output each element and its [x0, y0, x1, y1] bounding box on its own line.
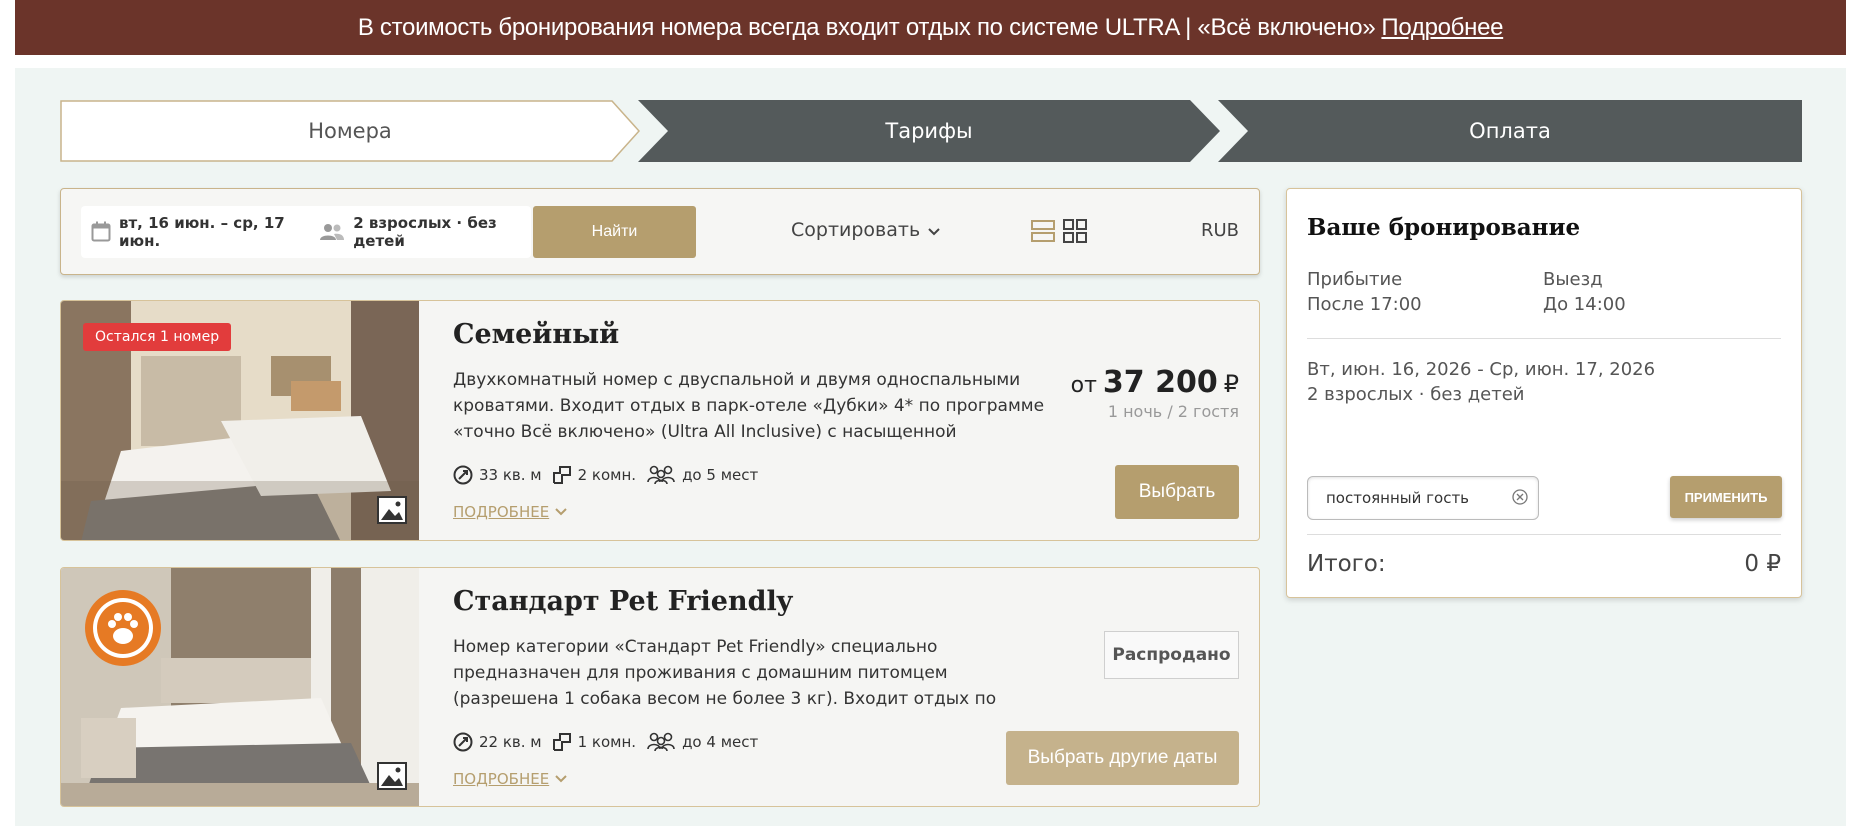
- price-currency: ₽: [1223, 370, 1239, 398]
- chevron-down-icon: [928, 219, 940, 241]
- promo-code-input[interactable]: [1307, 476, 1539, 520]
- sort-dropdown[interactable]: Сортировать: [791, 219, 940, 241]
- calendar-icon: [91, 221, 111, 243]
- room-availability-badge: Остался 1 номер: [83, 323, 232, 351]
- room-capacity: до 5 мест: [646, 465, 758, 485]
- room-more-label: ПОДРОБНЕЕ: [453, 503, 550, 521]
- search-button[interactable]: Найти: [533, 206, 696, 258]
- room-rooms-count-value: 1 комн.: [577, 733, 637, 751]
- room-rooms-count-value: 2 комн.: [577, 466, 637, 484]
- room-features: 22 кв. м 1 комн. до 4 мест: [453, 732, 768, 752]
- room-photo[interactable]: Остался 1 номер: [61, 301, 419, 540]
- guests-icon: [319, 223, 345, 241]
- room-rooms-count: 1 комн.: [552, 732, 636, 752]
- soldout-status: Распродано: [1104, 631, 1239, 679]
- booking-guests-value: 2 взрослых · без детей: [1307, 384, 1525, 405]
- room-title[interactable]: Стандарт Pet Friendly: [453, 586, 792, 617]
- room-card: Остался 1 номер Семейный Двухкомнатный н…: [60, 300, 1260, 541]
- step-rooms-label: Номера: [308, 119, 392, 143]
- total-value: 0 ₽: [1744, 551, 1781, 577]
- chevron-down-icon: [555, 508, 567, 516]
- room-card: Стандарт Pet Friendly Номер категории «С…: [60, 567, 1260, 807]
- apply-promo-button[interactable]: ПРИМЕНИТЬ: [1670, 476, 1782, 518]
- area-icon: [453, 465, 473, 485]
- room-capacity-value: до 5 мест: [682, 466, 759, 484]
- price-note: 1 ночь / 2 гостя: [1107, 402, 1239, 421]
- room-title[interactable]: Семейный: [453, 319, 619, 350]
- sort-label: Сортировать: [791, 219, 921, 241]
- room-area-value: 22 кв. м: [479, 733, 542, 751]
- room-area: 33 кв. м: [453, 465, 542, 485]
- booking-dates: Вт, июн. 16, 2026 - Ср, июн. 17, 2026 2 …: [1307, 357, 1655, 407]
- departure-value: До 14:00: [1543, 294, 1626, 315]
- chevron-down-icon: [555, 775, 567, 783]
- room-photo[interactable]: [61, 568, 419, 806]
- room-area: 22 кв. м: [453, 732, 542, 752]
- search-panel: вт, 16 июн. – ср, 17 июн. 2 взрослых · б…: [60, 188, 1260, 275]
- gallery-icon[interactable]: [377, 496, 407, 528]
- room-features: 33 кв. м 2 комн. до 5 мест: [453, 465, 768, 485]
- room-area-value: 33 кв. м: [479, 466, 542, 484]
- room-price: от 37 200 ₽ 1 ночь / 2 гостя: [1071, 365, 1239, 421]
- gallery-icon[interactable]: [377, 762, 407, 794]
- price-amount: 37 200: [1102, 365, 1218, 400]
- promo-banner: В стоимость бронирования номера всегда в…: [15, 0, 1846, 55]
- list-view-icon[interactable]: [1031, 219, 1055, 247]
- departure-label: Выезд: [1543, 269, 1603, 290]
- room-more-link[interactable]: ПОДРОБНЕЕ: [453, 503, 567, 521]
- arrival-label: Прибытие: [1307, 269, 1403, 290]
- divider: [1307, 534, 1781, 535]
- room-description: Двухкомнатный номер с двуспальной и двум…: [453, 370, 1045, 442]
- booking-summary: Ваше бронирование Прибытие После 17:00 В…: [1286, 188, 1802, 598]
- room-capacity: до 4 мест: [646, 732, 758, 752]
- currency-selector[interactable]: RUB: [1201, 220, 1239, 241]
- booking-title: Ваше бронирование: [1307, 214, 1581, 241]
- arrival-info: Прибытие После 17:00: [1307, 267, 1422, 317]
- grid-view-icon[interactable]: [1063, 219, 1087, 247]
- room-more-label: ПОДРОБНЕЕ: [453, 770, 550, 788]
- capacity-icon: [647, 465, 675, 485]
- capacity-icon: [647, 732, 675, 752]
- rooms-icon: [552, 466, 571, 484]
- booking-dates-value: Вт, июн. 16, 2026 - Ср, июн. 17, 2026: [1307, 359, 1656, 380]
- price-prefix: от: [1070, 373, 1097, 398]
- step-payment-label: Оплата: [1469, 119, 1551, 143]
- step-payment[interactable]: Оплата: [1218, 100, 1802, 162]
- choose-other-dates-button[interactable]: Выбрать другие даты: [1006, 731, 1239, 785]
- step-tariffs-label: Тарифы: [885, 119, 973, 143]
- search-dates: вт, 16 июн. – ср, 17 июн.: [119, 214, 285, 250]
- rooms-icon: [552, 733, 571, 751]
- search-field[interactable]: вт, 16 июн. – ср, 17 июн. 2 взрослых · б…: [81, 206, 531, 258]
- choose-room-button[interactable]: Выбрать: [1115, 465, 1239, 519]
- promo-banner-link[interactable]: Подробнее: [1381, 14, 1503, 42]
- room-capacity-value: до 4 мест: [682, 733, 759, 751]
- room-rooms-count: 2 комн.: [552, 465, 636, 485]
- clear-icon[interactable]: [1512, 489, 1528, 509]
- step-rooms[interactable]: Номера: [60, 100, 640, 162]
- departure-info: Выезд До 14:00: [1543, 267, 1626, 317]
- search-guests: 2 взрослых · без детей: [353, 214, 497, 250]
- divider: [1307, 338, 1781, 339]
- room-description: Номер категории «Стандарт Pet Friendly» …: [453, 637, 997, 709]
- pet-friendly-paw-icon: [83, 588, 163, 672]
- step-tariffs[interactable]: Тарифы: [638, 100, 1220, 162]
- promo-banner-text: В стоимость бронирования номера всегда в…: [357, 13, 1376, 41]
- arrival-value: После 17:00: [1307, 294, 1422, 315]
- total-label: Итого:: [1307, 551, 1386, 577]
- room-more-link[interactable]: ПОДРОБНЕЕ: [453, 770, 567, 788]
- area-icon: [453, 732, 473, 752]
